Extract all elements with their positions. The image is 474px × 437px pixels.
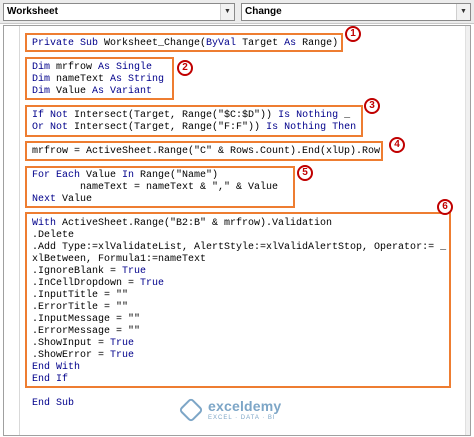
annotation-badge-3: 3 <box>364 98 380 114</box>
code-line: End Sub <box>32 398 74 409</box>
exceldemy-logo-icon <box>178 397 204 423</box>
watermark-name: exceldemy <box>208 398 282 414</box>
chevron-down-icon[interactable]: ▼ <box>456 4 470 20</box>
highlight-box-4 <box>25 141 383 161</box>
highlight-box-5 <box>25 166 295 208</box>
highlight-box-2 <box>25 57 174 100</box>
procedure-dropdown-value: Change <box>245 6 282 17</box>
exceldemy-watermark: exceldemy EXCEL · DATA · BI <box>178 397 302 424</box>
annotation-badge-1: 1 <box>345 26 361 42</box>
highlight-box-1 <box>25 33 343 52</box>
annotation-badge-4: 4 <box>389 137 405 153</box>
vertical-scrollbar[interactable] <box>465 26 470 435</box>
annotation-badge-5: 5 <box>297 165 313 181</box>
object-dropdown[interactable]: Worksheet ▼ <box>3 3 235 21</box>
highlight-box-3 <box>25 105 363 137</box>
margin-indicator-bar[interactable] <box>4 26 20 435</box>
annotation-badge-2: 2 <box>177 60 193 76</box>
highlight-box-6 <box>25 212 451 388</box>
code-window-toolbar: Worksheet ▼ Change ▼ <box>0 0 474 24</box>
object-dropdown-value: Worksheet <box>7 6 58 17</box>
watermark-tagline: EXCEL · DATA · BI <box>208 415 276 421</box>
procedure-dropdown[interactable]: Change ▼ <box>241 3 471 21</box>
chevron-down-icon[interactable]: ▼ <box>220 4 234 20</box>
code-keyword: End Sub <box>32 398 75 409</box>
annotation-badge-6: 6 <box>437 199 453 215</box>
